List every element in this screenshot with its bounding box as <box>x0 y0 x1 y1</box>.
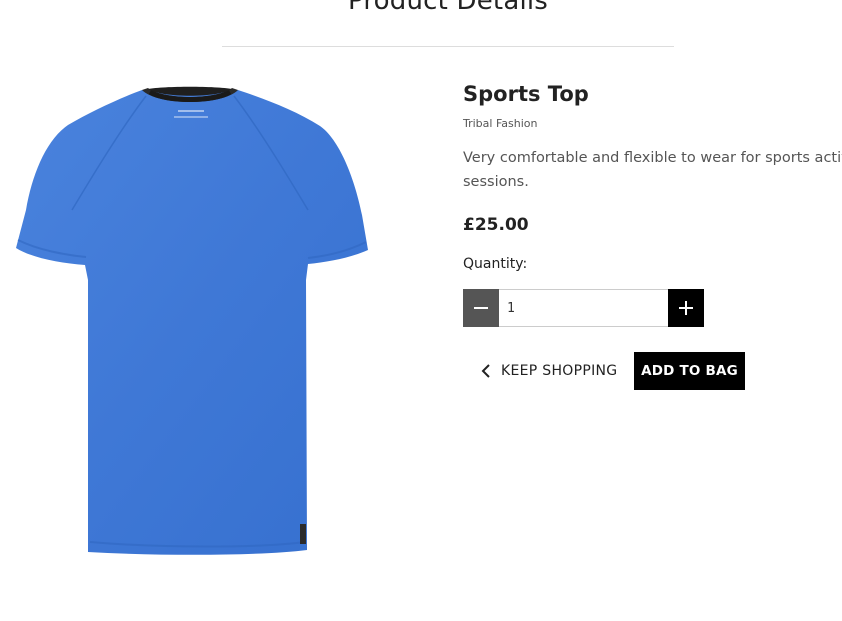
product-image <box>10 80 375 560</box>
title-divider <box>222 46 674 47</box>
keep-shopping-button[interactable]: KEEP SHOPPING <box>463 352 634 390</box>
keep-shopping-label: KEEP SHOPPING <box>501 363 618 379</box>
page-title: Product Details <box>347 0 549 16</box>
t-shirt-image <box>16 86 368 555</box>
product-details: Sports Top Tribal Fashion Very comfortab… <box>463 78 842 390</box>
increment-button[interactable] <box>668 289 704 327</box>
product-actions: KEEP SHOPPING ADD TO BAG <box>463 352 842 390</box>
quantity-label: Quantity: <box>463 256 528 272</box>
chevron-left-icon <box>481 364 491 378</box>
add-to-bag-button[interactable]: ADD TO BAG <box>634 352 745 390</box>
product-details-page: Product Details Sports Top Tribal Fashio… <box>0 0 842 621</box>
product-price: £25.00 <box>463 215 529 235</box>
product-brand: Tribal Fashion <box>463 117 538 130</box>
decrement-button[interactable] <box>463 289 499 327</box>
product-description: Very comfortable and flexible to wear fo… <box>463 150 842 190</box>
plus-icon <box>679 301 693 315</box>
quantity-input[interactable] <box>499 289 668 327</box>
minus-icon <box>474 307 488 309</box>
product-name: Sports Top <box>463 82 589 106</box>
quantity-stepper <box>463 289 704 327</box>
